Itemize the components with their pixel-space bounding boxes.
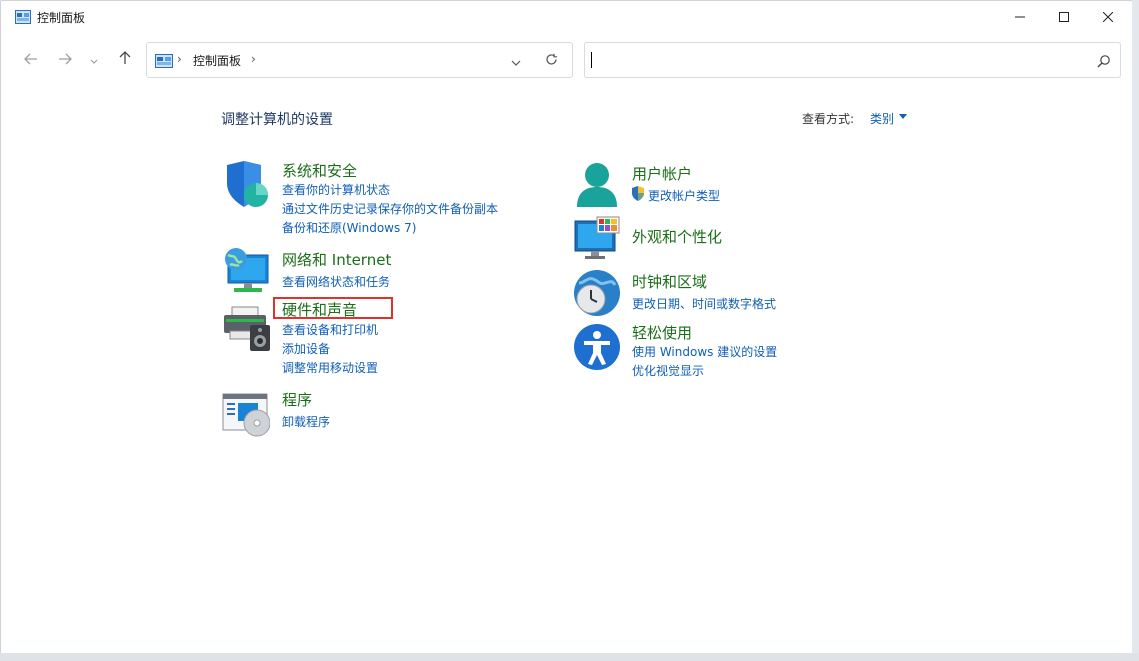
category-title-system-security[interactable]: 系统和安全 [282, 160, 357, 181]
clock-globe-icon[interactable] [573, 269, 621, 317]
forward-button[interactable] [53, 47, 77, 71]
breadcrumb-control-panel[interactable]: 控制面板 [193, 52, 241, 69]
category-title-user-accounts[interactable]: 用户帐户 [632, 163, 692, 184]
chevron-down-icon [511, 51, 521, 70]
breadcrumb-separator[interactable]: › [177, 52, 182, 66]
programs-disc-icon[interactable] [222, 391, 271, 439]
address-bar[interactable]: › 控制面板 › [146, 42, 573, 78]
recent-locations-button[interactable] [85, 47, 103, 71]
category-title-programs[interactable]: 程序 [282, 389, 312, 410]
category-title-appearance[interactable]: 外观和个性化 [632, 226, 722, 247]
category-title-network-internet[interactable]: 网络和 Internet [282, 249, 391, 270]
user-account-icon[interactable] [573, 161, 621, 209]
link-recommended-settings[interactable]: 使用 Windows 建议的设置 [632, 343, 777, 360]
up-button[interactable] [113, 47, 137, 71]
search-icon[interactable] [1097, 53, 1111, 68]
link-view-computer-status[interactable]: 查看你的计算机状态 [282, 181, 390, 198]
link-view-network-status[interactable]: 查看网络状态和任务 [282, 273, 390, 290]
search-box[interactable] [584, 42, 1121, 78]
window-title: 控制面板 [37, 11, 86, 25]
arrow-left-icon [24, 50, 38, 69]
link-view-devices-printers[interactable]: 查看设备和打印机 [282, 321, 378, 338]
control-panel-window: 控制面板 › 控制面板 › 调整计算机的设置 查看方式: 类别 系统和安全 查看… [0, 0, 1133, 655]
control-panel-app-icon [15, 9, 31, 24]
back-button[interactable] [19, 47, 43, 71]
network-globe-icon[interactable] [222, 247, 270, 295]
link-add-device[interactable]: 添加设备 [282, 340, 330, 357]
control-panel-icon [155, 53, 173, 68]
desktop-background-edge [1132, 0, 1139, 661]
dropdown-arrow-icon[interactable] [899, 114, 907, 119]
category-title-hardware-sound[interactable]: 硬件和声音 [282, 299, 357, 320]
uac-shield-icon [631, 186, 645, 205]
arrow-up-icon [119, 50, 131, 69]
title-bar: 控制面板 [1, 1, 1132, 33]
category-title-clock-region[interactable]: 时钟和区域 [632, 271, 707, 292]
accessibility-icon[interactable] [573, 323, 621, 371]
arrow-right-icon [58, 50, 72, 69]
address-dropdown-button[interactable] [507, 51, 525, 69]
link-optimize-display[interactable]: 优化视觉显示 [632, 362, 704, 379]
refresh-icon [545, 51, 558, 70]
security-shield-icon[interactable] [222, 161, 270, 209]
view-by-dropdown[interactable]: 类别 [870, 110, 894, 127]
maximize-button[interactable] [1041, 1, 1087, 33]
link-change-date-time-format[interactable]: 更改日期、时间或数字格式 [632, 295, 776, 312]
breadcrumb-separator[interactable]: › [251, 52, 256, 66]
monitor-palette-icon[interactable] [573, 215, 621, 263]
view-by-label: 查看方式: [802, 112, 855, 126]
desktop-background-edge [0, 653, 1139, 661]
refresh-button[interactable] [542, 51, 560, 69]
printer-speaker-icon[interactable] [222, 305, 270, 353]
text-caret [591, 52, 592, 68]
minimize-button[interactable] [997, 1, 1043, 33]
close-button[interactable] [1085, 1, 1131, 33]
chevron-down-icon [90, 50, 98, 69]
link-file-history-backup[interactable]: 通过文件历史记录保存你的文件备份副本 [282, 200, 498, 217]
link-change-account-type[interactable]: 更改帐户类型 [648, 187, 720, 204]
category-title-ease-of-access[interactable]: 轻松使用 [632, 322, 692, 343]
link-backup-restore[interactable]: 备份和还原(Windows 7) [282, 219, 416, 236]
link-uninstall-program[interactable]: 卸载程序 [282, 413, 330, 430]
link-mobility-settings[interactable]: 调整常用移动设置 [282, 359, 378, 376]
page-heading: 调整计算机的设置 [221, 112, 333, 128]
